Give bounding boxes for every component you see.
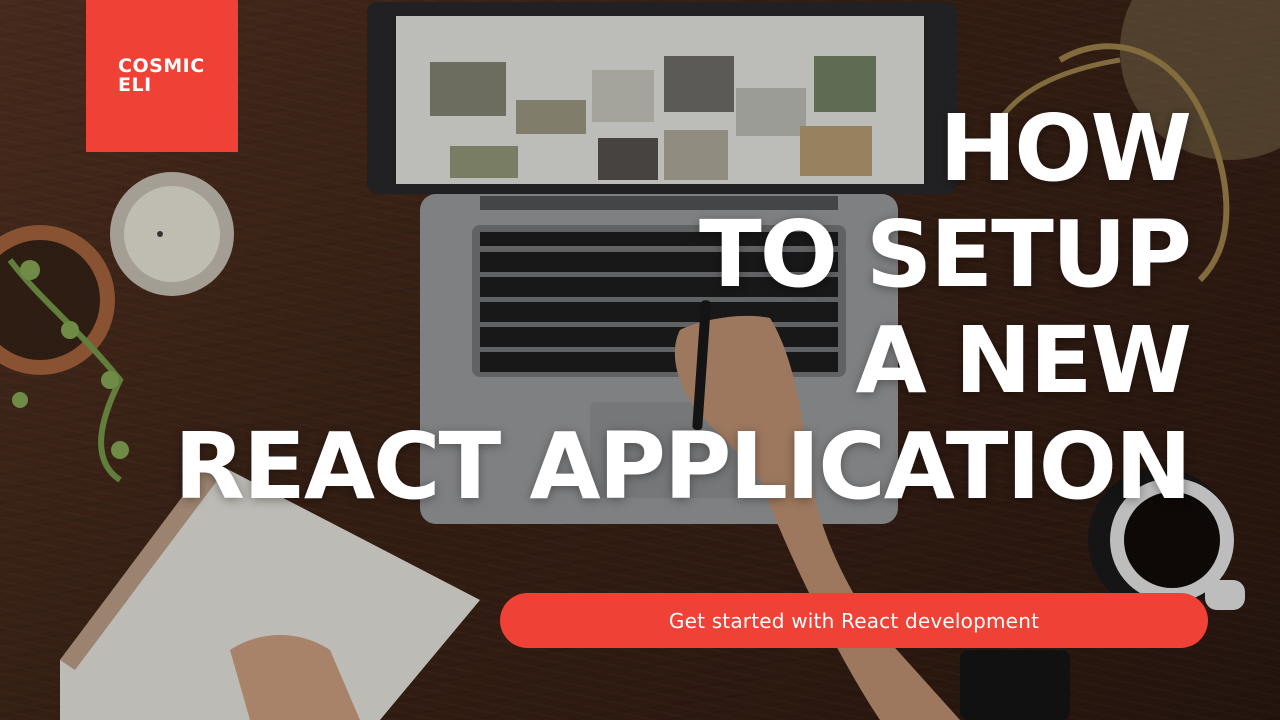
headline-line-3: A NEW [855,307,1192,414]
headline-line-2: TO SETUP [699,201,1192,308]
headline-line-1: HOW [939,95,1192,202]
headline-line-4: REACT APPLICATION [174,413,1192,520]
brand-line-2: ELI [118,74,152,96]
headline: HOW TO SETUP A NEW REACT APPLICATION [174,95,1192,520]
cta-button[interactable]: Get started with React development [500,593,1208,648]
thumbnail-canvas: COSMIC ELI HOW TO SETUP A NEW REACT APPL… [0,0,1280,720]
